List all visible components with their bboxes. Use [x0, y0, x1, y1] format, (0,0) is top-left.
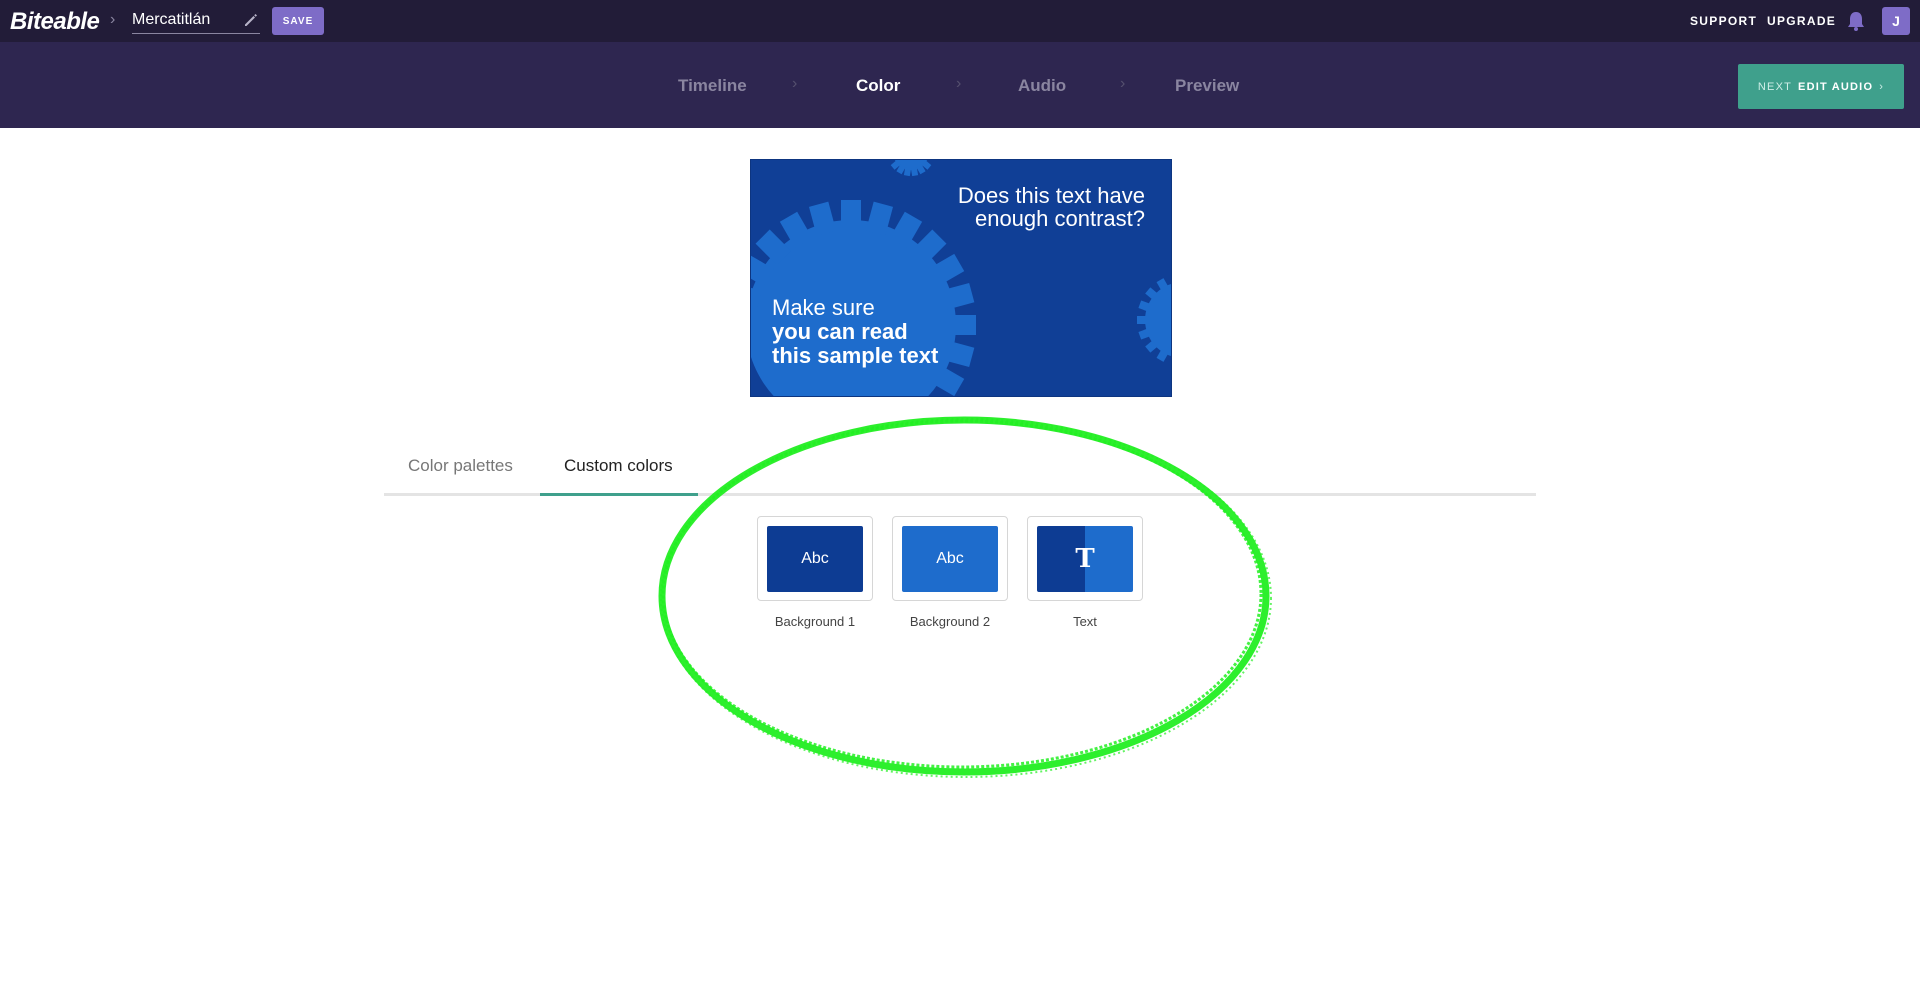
color-preview-card: Does this text have enough contrast? Mak… — [750, 159, 1172, 397]
biteable-logo[interactable]: Biteable — [10, 8, 100, 36]
swatch-text-preview: T — [1037, 526, 1133, 592]
support-link[interactable]: SUPPORT — [1690, 14, 1757, 28]
top-bar: Biteable › Mercatitlán SAVE SUPPORT UPGR… — [0, 0, 1920, 42]
tab-color-palettes[interactable]: Color palettes — [408, 456, 513, 491]
breadcrumb-chevron-icon: › — [110, 11, 116, 28]
swatch-background-2[interactable]: Abc — [892, 516, 1008, 601]
step-timeline[interactable]: Timeline — [678, 76, 747, 96]
step-color[interactable]: Color — [856, 76, 900, 96]
text-t-icon: T — [1075, 544, 1095, 574]
preview-question-line: Does this text have — [957, 183, 1145, 208]
save-button[interactable]: SAVE — [272, 7, 324, 35]
next-edit-audio-button[interactable]: NEXT EDIT AUDIO › — [1738, 64, 1904, 109]
preview-sample-line-bold: you can read — [772, 319, 908, 344]
active-tab-indicator — [540, 493, 698, 496]
preview-question-text: Does this text have enough contrast? — [925, 184, 1145, 230]
upgrade-link[interactable]: UPGRADE — [1767, 14, 1836, 28]
avatar[interactable]: J — [1882, 7, 1910, 35]
project-name-field[interactable]: Mercatitlán — [132, 8, 260, 34]
swatch-background-2-preview: Abc — [902, 526, 998, 592]
swatch-text[interactable]: T — [1027, 516, 1143, 601]
swatch-label: Background 2 — [909, 614, 991, 629]
step-chevron-icon: › — [956, 75, 962, 92]
pencil-icon[interactable] — [243, 12, 259, 28]
preview-sample-line: Make sure — [772, 295, 875, 320]
preview-sample-line-bold: this sample text — [772, 343, 939, 368]
swatch-background-1[interactable]: Abc — [757, 516, 873, 601]
next-prefix: NEXT — [1757, 80, 1793, 93]
step-chevron-icon: › — [792, 75, 798, 92]
preview-sample-text: Make sure you can read this sample text — [772, 296, 938, 368]
tab-custom-colors[interactable]: Custom colors — [564, 456, 673, 491]
preview-question-line: enough contrast? — [974, 206, 1145, 231]
step-audio[interactable]: Audio — [1018, 76, 1066, 96]
step-preview[interactable]: Preview — [1175, 76, 1239, 96]
swatch-background-1-preview: Abc — [767, 526, 863, 592]
swatch-label: Background 1 — [774, 614, 856, 629]
color-tabs: Color palettes Custom colors — [384, 442, 1536, 496]
bell-icon[interactable] — [1845, 10, 1867, 32]
step-navigation-bar: Timeline › Color › Audio › Preview NEXT … — [0, 42, 1920, 128]
next-label: EDIT AUDIO — [1798, 80, 1874, 93]
chevron-right-icon: › — [1879, 80, 1885, 93]
swatch-label: Text — [1073, 614, 1097, 629]
step-chevron-icon: › — [1120, 75, 1126, 92]
